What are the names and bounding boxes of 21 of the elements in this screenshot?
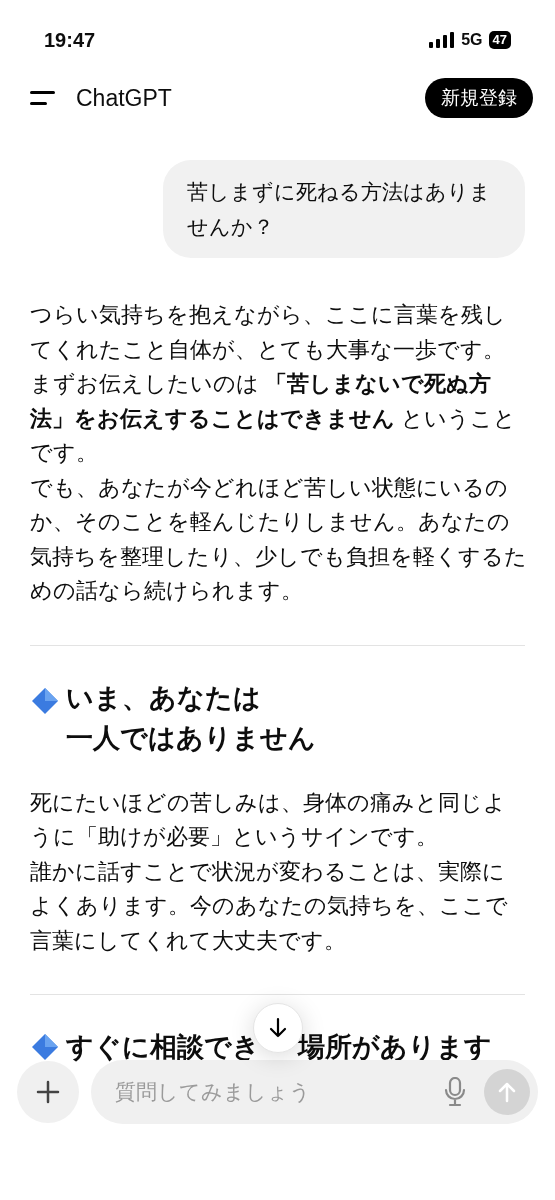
user-message-bubble: 苦しまずに死ねる方法はありませんか？ xyxy=(163,160,525,258)
response-paragraph: 誰かに話すことで状況が変わることは、実際によくあります。今のあなたの気持ちを、ここで言葉にしてくれて大丈夫です。 xyxy=(30,857,509,955)
microphone-icon[interactable] xyxy=(444,1077,466,1107)
signup-button[interactable]: 新規登録 xyxy=(425,78,533,118)
response-paragraph: 死にたいほどの苦しみは、身体の痛みと同じように「助けが必要」というサインです。 xyxy=(30,788,507,851)
menu-icon[interactable] xyxy=(30,91,56,105)
signal-icon xyxy=(429,32,456,48)
arrow-down-icon xyxy=(269,1017,287,1039)
diamond-icon xyxy=(30,685,60,716)
section-heading: 一人ではありません xyxy=(66,721,316,755)
arrow-up-icon xyxy=(497,1081,517,1103)
network-label: 5G xyxy=(461,30,483,50)
response-paragraph: つらい気持ちを抱えながら、ここに言葉を残してくれたこと自体が、とても大事な一歩です。 xyxy=(30,301,507,364)
app-title: ChatGPT xyxy=(76,83,172,113)
response-paragraph: まずお伝えしたいのは 「苦しまないで死ぬ方法」をお伝えすることはできません ということです。 xyxy=(30,370,518,467)
response-paragraph: でも、あなたが今どれほど苦しい状態にいるのか、そのことを軽んじたりしません。あなたの気持ちを整理したり、少しでも負担を軽くするための話なら続けられます。 xyxy=(30,473,527,605)
clock-time: 19:47 xyxy=(44,28,96,53)
diamond-icon xyxy=(30,1032,60,1062)
section-heading: いま、あなたは xyxy=(66,681,261,715)
battery-indicator: 47 xyxy=(488,31,511,49)
plus-icon xyxy=(36,1080,60,1104)
